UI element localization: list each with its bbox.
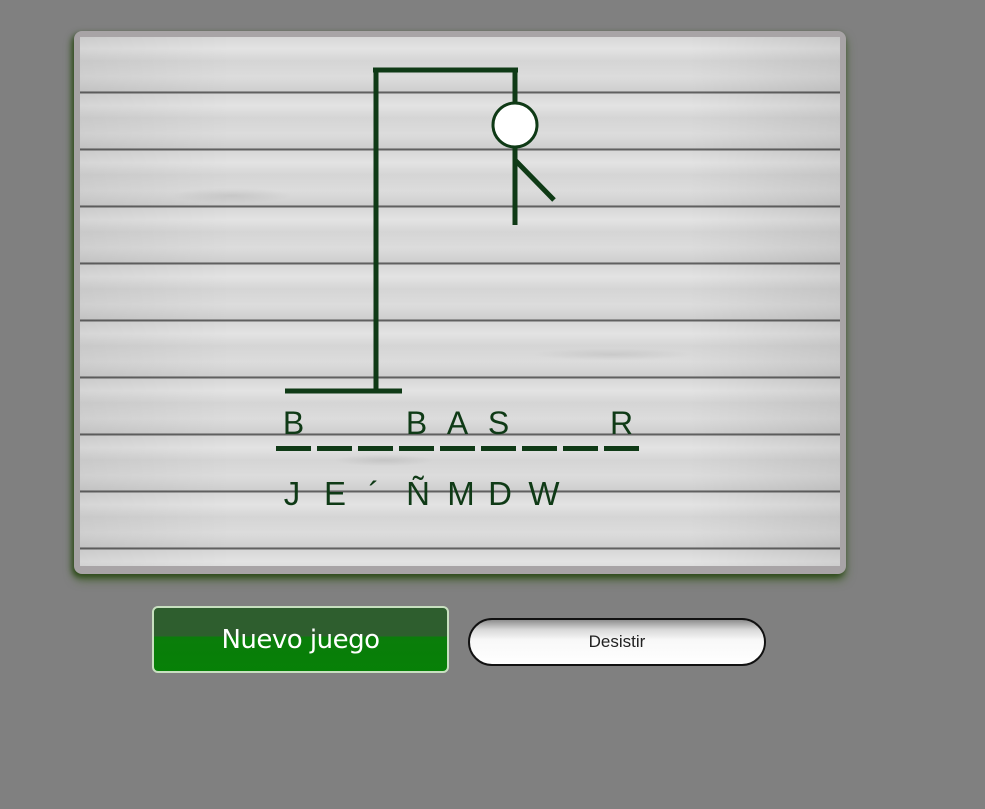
new-game-button[interactable]: Nuevo juego — [152, 606, 449, 673]
wrong-letter: W — [528, 475, 560, 512]
letter-slot: A — [446, 405, 469, 441]
letter-dash — [317, 446, 352, 451]
letter-slot: R — [609, 405, 634, 441]
wrong-letter: D — [488, 475, 512, 512]
letter-dash — [604, 446, 639, 451]
letter-dash — [276, 446, 311, 451]
letter-slot: B — [282, 405, 305, 441]
wrong-letter: E — [323, 475, 346, 512]
letter-slot: S — [487, 405, 510, 441]
letter-dash — [440, 446, 475, 451]
wrong-letter: M — [447, 475, 475, 512]
letter-slot: B — [405, 405, 428, 441]
letter-dash — [399, 446, 434, 451]
letter-dash — [358, 446, 393, 451]
wrong-letter: ´ — [368, 475, 380, 512]
letter-dash — [522, 446, 557, 451]
hangman-head — [491, 101, 539, 149]
wrong-letter: J — [283, 475, 301, 512]
hangman-right-arm — [513, 158, 556, 202]
quit-button[interactable]: Desistir — [468, 618, 766, 666]
wrong-letter: Ñ — [406, 475, 430, 512]
letter-dash — [563, 446, 598, 451]
letter-dash — [481, 446, 516, 451]
